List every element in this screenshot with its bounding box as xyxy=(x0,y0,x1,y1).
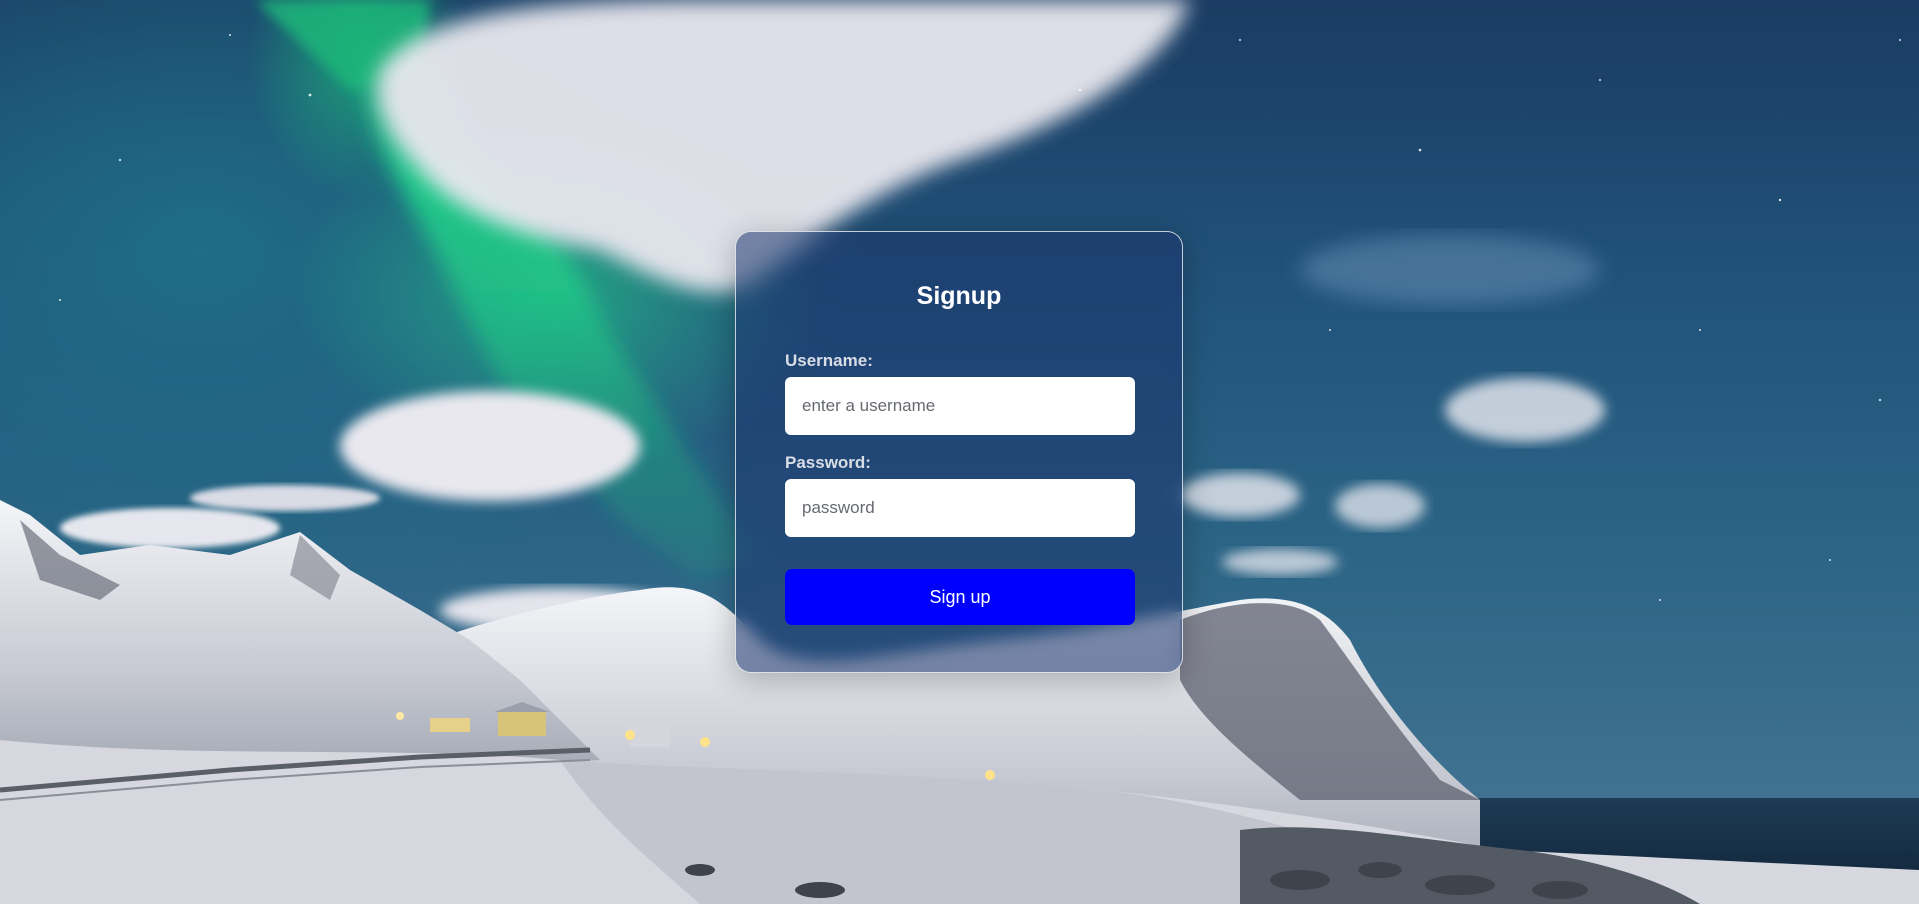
password-input[interactable] xyxy=(785,479,1135,537)
password-label: Password: xyxy=(785,453,871,472)
username-label: Username: xyxy=(785,351,873,370)
signup-form-card: Signup Username: Password: Sign up xyxy=(735,231,1183,673)
signup-button[interactable]: Sign up xyxy=(785,569,1135,625)
form-title: Signup xyxy=(916,282,1002,310)
username-input[interactable] xyxy=(785,377,1135,435)
